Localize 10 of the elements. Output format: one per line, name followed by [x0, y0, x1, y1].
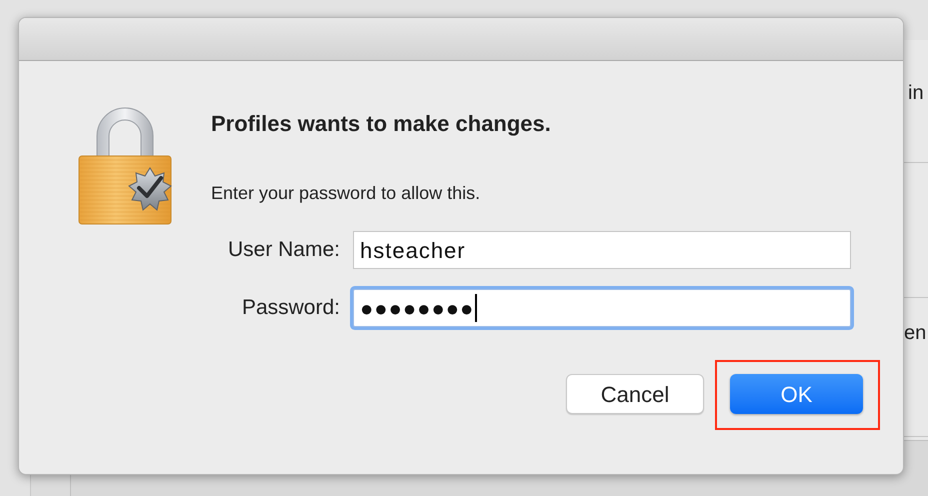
ok-button[interactable]: OK	[730, 374, 863, 414]
background-text: en	[904, 322, 926, 344]
dialog-title: Profiles wants to make changes.	[211, 110, 552, 138]
background-text: in	[907, 82, 924, 104]
text-field[interactable]: hsteacher	[353, 231, 851, 269]
field-label: User Name:	[226, 237, 341, 264]
cancel-button[interactable]: Cancel	[566, 374, 704, 414]
text-field[interactable]: ●●●●●●●●	[353, 289, 851, 327]
dialog-message: Enter your password to allow this.	[211, 182, 482, 205]
field-label: Password:	[240, 295, 341, 322]
